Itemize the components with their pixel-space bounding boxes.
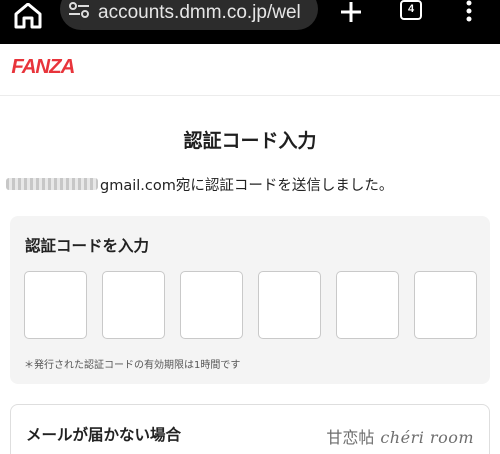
page-title: 認証コード入力	[183, 130, 317, 152]
code-digit-6[interactable]	[414, 271, 477, 339]
new-tab-icon[interactable]	[338, 0, 364, 26]
site-header: FANZA	[0, 44, 500, 96]
code-digit-2[interactable]	[102, 271, 165, 339]
mail-not-received-title: メールが届かない場合	[26, 426, 182, 444]
home-icon[interactable]	[10, 3, 46, 29]
tab-switcher-button[interactable]: 4	[400, 0, 422, 20]
sent-message: gmail.com宛に認証コードを送信しました。	[6, 172, 393, 196]
code-input-group	[24, 271, 477, 339]
code-digit-4[interactable]	[258, 271, 321, 339]
url-text: accounts.dmm.co.jp/wel	[98, 2, 301, 23]
expiry-note: ＊発行された認証コードの有効期限は1時間です	[24, 360, 241, 371]
code-digit-3[interactable]	[180, 271, 243, 339]
code-entry-panel: 認証コードを入力 ＊発行された認証コードの有効期限は1時間です	[10, 216, 490, 384]
watermark-jp: 甘恋帖	[326, 428, 375, 447]
code-digit-1[interactable]	[24, 271, 87, 339]
code-entry-label: 認証コードを入力	[25, 237, 150, 255]
sent-message-text: gmail.com宛に認証コードを送信しました。	[100, 177, 394, 194]
code-digit-5[interactable]	[336, 271, 399, 339]
fanza-logo[interactable]: FANZA	[11, 56, 75, 79]
more-menu-icon[interactable]	[464, 0, 474, 24]
masked-email	[6, 178, 98, 190]
site-settings-icon[interactable]	[68, 2, 90, 18]
address-bar[interactable]: accounts.dmm.co.jp/wel	[60, 0, 318, 30]
watermark: 甘恋帖 chéri room	[326, 424, 474, 448]
watermark-latin: chéri room	[380, 428, 474, 447]
browser-toolbar: accounts.dmm.co.jp/wel 4	[0, 0, 500, 44]
